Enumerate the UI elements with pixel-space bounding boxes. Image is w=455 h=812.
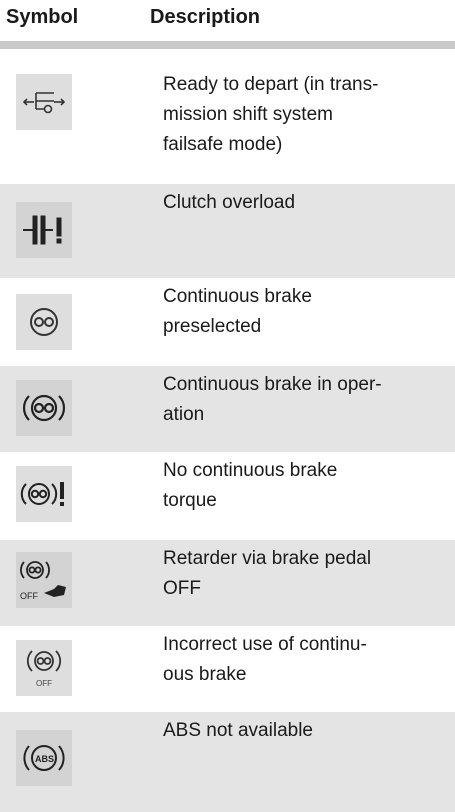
table-row: ABS ABS not available [0,712,455,812]
clutch-overload-icon [16,202,72,258]
symbol-table: Ready to depart (in trans- mission shift… [0,66,455,812]
svg-text:ABS: ABS [35,754,54,764]
no-continuous-brake-torque-icon [16,466,72,522]
row-description: Clutch overload [163,192,296,213]
header-divider [0,41,455,49]
retarder-brake-pedal-off-icon: OFF [16,552,72,608]
continuous-brake-operation-icon [16,380,72,436]
abs-not-available-icon: ABS [16,730,72,786]
description-column-header: Description [150,6,261,28]
table-header: Symbol Description [0,0,455,36]
ready-to-depart-icon [16,74,72,130]
table-row: Clutch overload [0,184,455,278]
table-row: Continuous brake in oper- ation [0,366,455,452]
continuous-brake-preselected-icon [16,294,72,350]
table-row: Ready to depart (in trans- mission shift… [0,66,455,184]
row-description: Incorrect use of continu- ous brake [163,634,367,685]
row-description: Continuous brake in oper- ation [163,374,382,425]
incorrect-continuous-brake-icon: OFF [16,640,72,696]
table-row: OFF Incorrect use of continu- ous brake [0,626,455,712]
row-description: Ready to depart (in trans- mission shift… [163,74,379,155]
table-row: Continuous brake preselected [0,278,455,366]
svg-text:OFF: OFF [20,591,38,601]
row-description: Continuous brake preselected [163,286,312,337]
table-row: No continuous brake torque [0,452,455,540]
symbol-column-header: Symbol [6,6,79,28]
row-description: No continuous brake torque [163,460,338,511]
row-description: ABS not available [163,720,313,741]
svg-text:OFF: OFF [36,679,52,688]
row-description: Retarder via brake pedal OFF [163,548,372,599]
table-row: OFF Retarder via brake pedal OFF [0,540,455,626]
